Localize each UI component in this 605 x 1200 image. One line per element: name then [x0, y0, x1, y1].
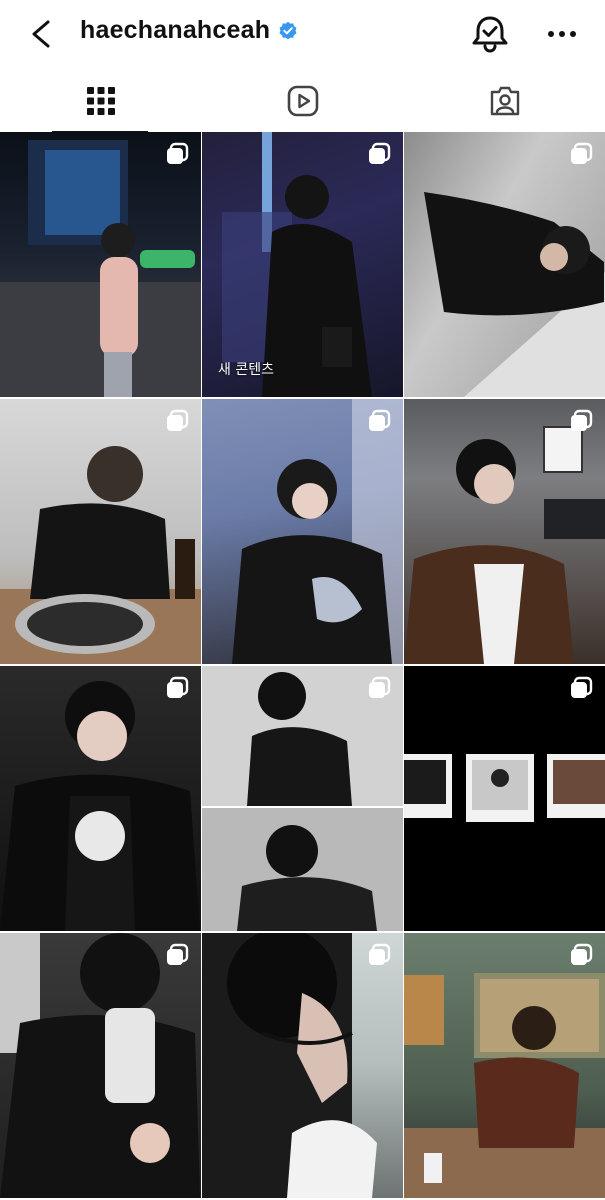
post-photo: [404, 754, 605, 822]
carousel-icon: [369, 409, 391, 431]
tab-reels[interactable]: [202, 70, 403, 132]
post-photo: [404, 973, 605, 1198]
post-photo: [232, 399, 403, 664]
profile-header: haechanahceah: [0, 0, 605, 70]
post-tile[interactable]: [404, 933, 605, 1198]
post-tile[interactable]: [0, 933, 201, 1198]
post-tile[interactable]: 새 콘텐츠: [202, 132, 403, 397]
posts-grid: 새 콘텐츠: [0, 132, 605, 1200]
carousel-icon: [369, 142, 391, 164]
post-photo: [202, 933, 377, 1198]
post-tile[interactable]: [202, 933, 403, 1198]
carousel-icon: [167, 676, 189, 698]
post-photo: [404, 426, 605, 664]
post-tile[interactable]: [0, 132, 201, 397]
chevron-left-icon[interactable]: [28, 18, 56, 50]
carousel-icon: [571, 142, 593, 164]
post-tile[interactable]: [404, 399, 605, 664]
post-photo: [0, 933, 200, 1198]
carousel-icon: [167, 943, 189, 965]
tab-posts-grid[interactable]: [0, 70, 201, 132]
tab-tagged[interactable]: [404, 70, 605, 132]
carousel-icon: [571, 409, 593, 431]
carousel-icon: [369, 676, 391, 698]
post-photo: [222, 132, 372, 397]
carousel-icon: [167, 142, 189, 164]
carousel-icon: [571, 943, 593, 965]
post-caption: 새 콘텐츠: [218, 362, 274, 378]
tagged-icon: [490, 86, 519, 116]
carousel-icon: [571, 676, 593, 698]
profile-username: haechanahceah: [80, 16, 271, 44]
verified-badge-icon: [279, 21, 297, 39]
post-photo: [0, 681, 200, 931]
grid-icon: [86, 87, 115, 115]
post-tile[interactable]: [404, 132, 605, 397]
reels-icon: [287, 85, 318, 117]
post-photo: [202, 666, 403, 931]
post-tile[interactable]: [0, 666, 201, 931]
post-tile[interactable]: [404, 666, 605, 931]
bell-check-icon[interactable]: [470, 15, 510, 53]
post-photo: [0, 446, 201, 664]
carousel-icon: [369, 943, 391, 965]
post-photo: [0, 140, 201, 397]
carousel-icon: [167, 409, 189, 431]
post-tile[interactable]: [202, 399, 403, 664]
profile-tabs: [0, 70, 605, 133]
more-horizontal-icon[interactable]: [547, 30, 577, 38]
post-photo: [424, 192, 605, 397]
post-tile[interactable]: [202, 666, 403, 931]
post-tile[interactable]: [0, 399, 201, 664]
username-wrap: haechanahceah: [80, 16, 298, 45]
